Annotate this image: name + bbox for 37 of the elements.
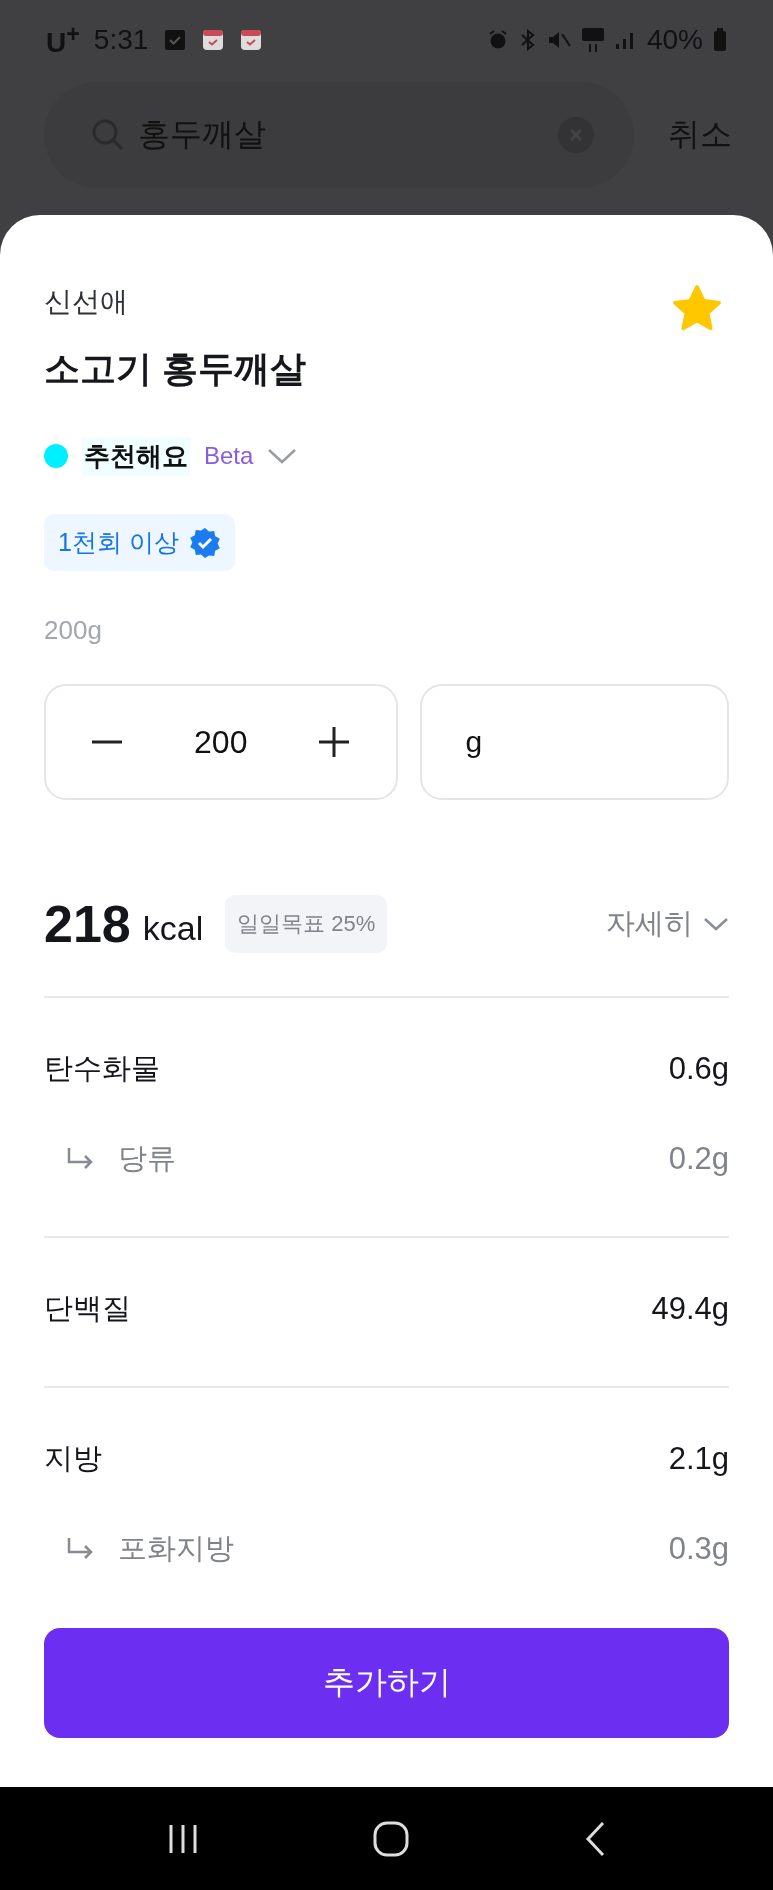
chevron-down-icon xyxy=(703,916,729,932)
add-button[interactable]: 추가하기 xyxy=(44,1628,729,1738)
mute-icon xyxy=(546,29,571,51)
nutrient-amount: 2.1g xyxy=(668,1441,729,1477)
daily-goal-badge: 일일목표 25% xyxy=(225,895,388,953)
beta-label: Beta xyxy=(204,442,254,470)
nutrient-name: 당류 xyxy=(118,1141,176,1176)
battery-icon xyxy=(713,28,727,52)
nutrient-amount: 49.4g xyxy=(651,1291,729,1327)
food-title: 소고기 홍두깨살 xyxy=(44,347,306,391)
calorie-value: 218 xyxy=(44,894,131,954)
details-toggle[interactable]: 자세히 xyxy=(606,904,729,944)
nutrient-amount: 0.3g xyxy=(668,1531,729,1567)
recent-apps-icon[interactable] xyxy=(167,1822,198,1855)
nutrient-name: 지방 xyxy=(44,1441,102,1476)
plus-icon[interactable] xyxy=(317,725,352,759)
home-icon[interactable] xyxy=(372,1820,409,1857)
signal-icon xyxy=(614,30,635,50)
nutrient-amount: 0.2g xyxy=(668,1141,729,1177)
chevron-down-icon[interactable] xyxy=(267,447,298,465)
tag-label: 1천회 이상 xyxy=(58,527,179,558)
brand-name: 신선애 xyxy=(44,285,129,319)
quantity-value: 200 xyxy=(194,723,248,761)
calendar-icon xyxy=(202,29,225,51)
calendar-icon xyxy=(240,29,263,51)
recommendation-label: 추천해요 xyxy=(82,436,190,476)
nutrient-name: 탄수화물 xyxy=(44,1051,160,1086)
calorie-unit: kcal xyxy=(142,908,204,948)
unit-selector[interactable]: g xyxy=(419,684,729,800)
nutrient-amount: 0.6g xyxy=(668,1051,729,1087)
nutrient-name: 포화지방 xyxy=(118,1531,234,1566)
checkbox-icon xyxy=(164,29,187,51)
back-icon[interactable] xyxy=(583,1820,606,1857)
serving-label: 200g xyxy=(44,615,103,646)
verified-badge-icon xyxy=(188,526,221,559)
nutrient-name: 단백질 xyxy=(44,1291,131,1326)
quantity-stepper[interactable]: 200 xyxy=(44,684,398,800)
